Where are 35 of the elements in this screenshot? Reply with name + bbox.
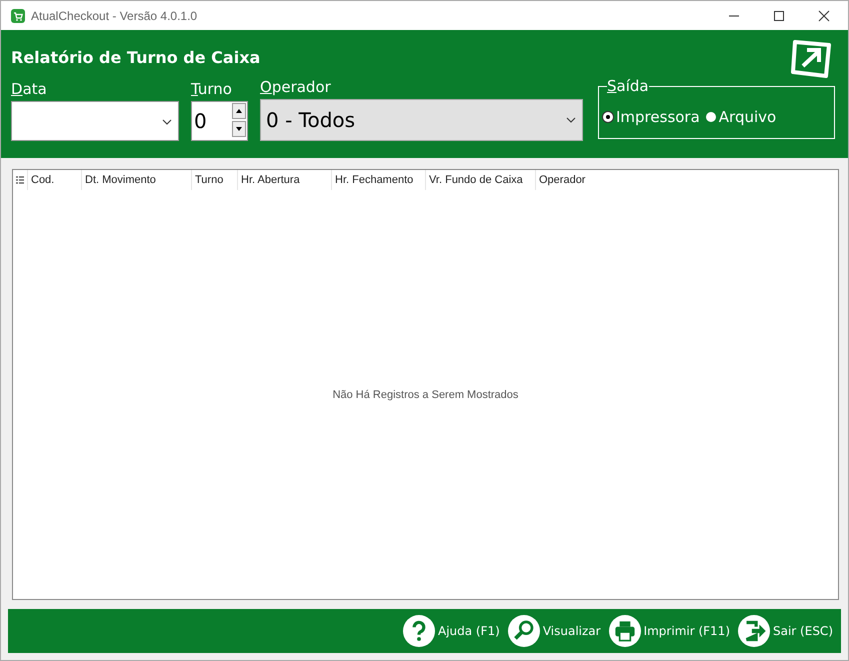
operator-label: Operador: [260, 78, 332, 96]
exit-icon: [738, 615, 770, 647]
help-icon: [402, 615, 435, 647]
empty-message: Não Há Registros a Serem Mostrados: [332, 388, 518, 400]
cart-icon: [11, 8, 25, 22]
operator-dropdown[interactable]: 0 - Todos: [260, 99, 583, 141]
close-icon[interactable]: [818, 10, 830, 22]
footer-button[interactable]: Visualizar: [508, 615, 601, 647]
column-header[interactable]: Dt. Movimento: [81, 170, 191, 190]
column-header[interactable]: Cod.: [27, 170, 81, 190]
column-header[interactable]: Turno: [191, 170, 237, 190]
date-label: Data: [11, 80, 48, 98]
column-header[interactable]: Operador: [535, 170, 615, 190]
date-field[interactable]: [11, 101, 179, 141]
chevron-down-icon: [162, 119, 172, 125]
search-icon: [508, 615, 540, 647]
chevron-down-icon: [566, 117, 576, 123]
footer-button[interactable]: Imprimir (F11): [608, 615, 730, 647]
radio-label[interactable]: Impressora: [616, 108, 700, 126]
radio-button[interactable]: [706, 112, 716, 122]
arrow-logo-icon: [789, 38, 833, 78]
output-label: Saída: [607, 77, 649, 95]
radio-button[interactable]: [603, 112, 613, 122]
column-header[interactable]: Hr. Fechamento: [331, 170, 425, 190]
report-title: Relatório de Turno de Caixa: [11, 48, 260, 67]
column-header[interactable]: Vr. Fundo de Caixa: [425, 170, 535, 190]
shift-label: Turno: [191, 80, 233, 98]
maximize-icon[interactable]: [773, 10, 785, 22]
column-header[interactable]: Hr. Abertura: [237, 170, 331, 190]
radio-label[interactable]: Arquivo: [718, 108, 776, 126]
footer-button[interactable]: Sair (ESC): [738, 615, 833, 647]
window-title: AtualCheckout - Versão 4.0.1.0: [31, 8, 198, 22]
printer-icon: [608, 615, 641, 647]
footer-button[interactable]: Ajuda (F1): [402, 615, 500, 647]
column-chooser-icon[interactable]: [16, 176, 24, 184]
